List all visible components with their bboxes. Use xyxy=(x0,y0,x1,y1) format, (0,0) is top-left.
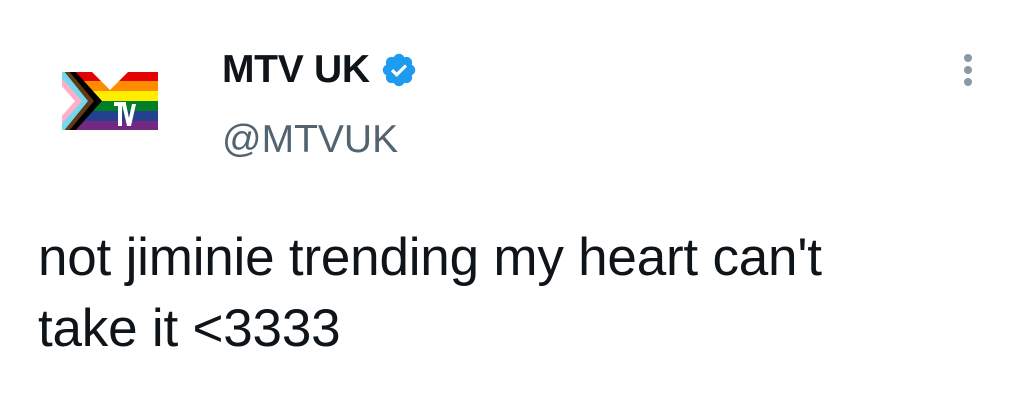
author-avatar[interactable] xyxy=(60,70,160,132)
more-vertical-icon xyxy=(964,54,972,86)
author-handle[interactable]: @MTVUK xyxy=(222,118,398,162)
author-name-row[interactable]: MTV UK xyxy=(222,45,418,95)
mtv-pride-logo-icon xyxy=(62,72,158,130)
tweet-text-line: take it <3333 xyxy=(38,299,341,358)
more-options-button[interactable] xyxy=(948,50,988,90)
tweet-card: MTV UK @MTVUK not jiminie trending my he… xyxy=(0,0,1024,408)
tweet-text-line: not jiminie trending my heart can't xyxy=(38,228,822,287)
author-display-name: MTV UK xyxy=(222,48,370,91)
tweet-text: not jiminie trending my heart can't take… xyxy=(38,222,998,364)
verified-badge-icon xyxy=(380,51,418,89)
